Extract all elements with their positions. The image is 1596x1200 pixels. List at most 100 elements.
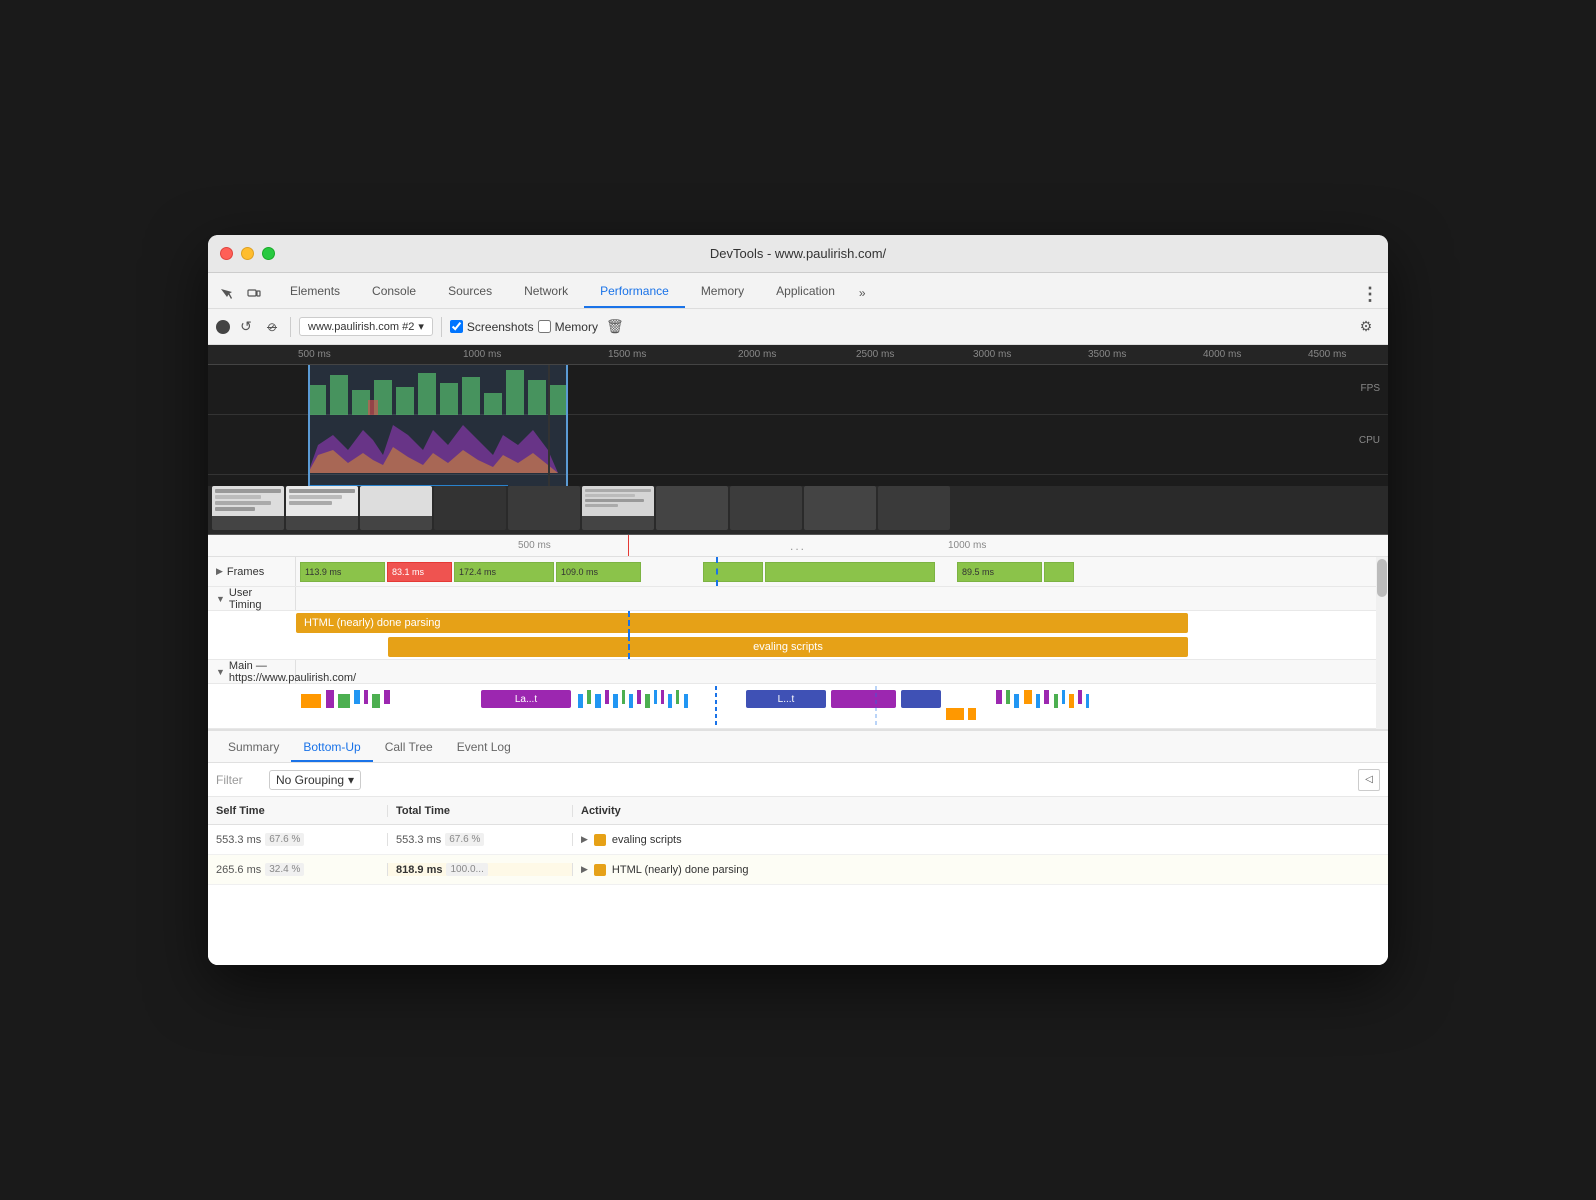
tab-bottom-up[interactable]: Bottom-Up xyxy=(291,734,372,762)
memory-checkbox[interactable] xyxy=(538,320,551,333)
user-timing-expand-arrow[interactable]: ▼ xyxy=(216,594,225,604)
device-mode-icon[interactable] xyxy=(240,280,268,308)
ruler-4500ms-dark: 4500 ms xyxy=(1308,349,1346,360)
collapse-panel-button[interactable]: ◁ xyxy=(1358,769,1380,791)
frame-time: 109.0 ms xyxy=(561,567,598,577)
total-pct-2: 100.0... xyxy=(446,863,487,876)
maximize-button[interactable] xyxy=(262,247,275,260)
tab-memory[interactable]: Memory xyxy=(685,276,760,308)
total-time-value-1: 553.3 ms xyxy=(396,834,441,846)
screenshot-thumb[interactable] xyxy=(434,486,506,530)
cell-activity-1: ▶ evaling scripts xyxy=(573,834,1388,846)
timeline-main: ▶ Frames 113.9 ms 83.1 ms 172.4 ms 109.0… xyxy=(208,557,1388,729)
frames-track: 113.9 ms 83.1 ms 172.4 ms 109.0 ms 89.5 … xyxy=(296,557,1388,586)
main-expand-arrow[interactable]: ▼ xyxy=(216,667,225,677)
toolbar-divider-2 xyxy=(441,317,442,337)
screenshot-thumb[interactable] xyxy=(878,486,950,530)
col-header-activity: Activity xyxy=(573,805,1388,817)
screenshots-checkbox[interactable] xyxy=(450,320,463,333)
screenshot-thumb[interactable] xyxy=(804,486,876,530)
timeline-ruler-light: 500 ms 1000 ms ... xyxy=(208,535,1388,557)
activity-icon-2 xyxy=(594,864,606,876)
bottom-panel: Summary Bottom-Up Call Tree Event Log Fi… xyxy=(208,729,1388,965)
clear-button[interactable]: ⊘ xyxy=(262,317,282,337)
minimize-button[interactable] xyxy=(241,247,254,260)
tab-console[interactable]: Console xyxy=(356,276,432,308)
screenshots-label: Screenshots xyxy=(467,320,534,334)
screenshots-checkbox-label[interactable]: Screenshots xyxy=(450,320,534,334)
user-timing-label: User Timing xyxy=(229,587,287,611)
memory-checkbox-label[interactable]: Memory xyxy=(538,320,598,334)
cell-activity-2: ▶ HTML (nearly) done parsing xyxy=(573,864,1388,876)
html-parsing-bar[interactable]: HTML (nearly) done parsing xyxy=(296,613,1188,633)
grouping-dropdown-arrow: ▾ xyxy=(348,773,354,787)
frame-time: 89.5 ms xyxy=(962,567,994,577)
red-cursor-line xyxy=(628,535,629,556)
frame-block[interactable] xyxy=(765,562,935,582)
ruler-1000ms-light: 1000 ms xyxy=(948,540,986,551)
frame-block[interactable] xyxy=(1044,562,1074,582)
tab-network[interactable]: Network xyxy=(508,276,584,308)
tab-event-log[interactable]: Event Log xyxy=(445,734,523,762)
settings-button[interactable]: ⚙ xyxy=(1352,313,1380,341)
main-label-area: ▼ Main — https://www.paulirish.com/ xyxy=(208,660,296,683)
frame-time: 83.1 ms xyxy=(392,567,424,577)
close-button[interactable] xyxy=(220,247,233,260)
evaling-scripts-row: evaling scripts xyxy=(208,635,1388,659)
screenshot-thumb[interactable] xyxy=(508,486,580,530)
grouping-selector[interactable]: No Grouping ▾ xyxy=(269,770,361,790)
trash-button[interactable]: 🗑 xyxy=(606,318,624,335)
table-row[interactable]: 553.3 ms 67.6 % 553.3 ms 67.6 % ▶ evalin… xyxy=(208,825,1388,855)
tab-sources[interactable]: Sources xyxy=(432,276,508,308)
html-parsing-label: HTML (nearly) done parsing xyxy=(304,617,441,629)
col-header-self-time: Self Time xyxy=(208,805,388,817)
more-options-button[interactable]: ⋮ xyxy=(1356,280,1384,308)
reload-button[interactable]: ↺ xyxy=(234,315,258,339)
ruler-1500ms-dark: 1500 ms xyxy=(608,349,646,360)
tab-elements[interactable]: Elements xyxy=(274,276,356,308)
scrollbar-track[interactable] xyxy=(1376,557,1388,729)
frame-block[interactable]: 172.4 ms xyxy=(454,562,554,582)
table-header: Self Time Total Time Activity xyxy=(208,797,1388,825)
screenshot-thumb[interactable] xyxy=(286,486,358,530)
frames-expand-arrow[interactable]: ▶ xyxy=(216,566,223,577)
frame-block[interactable]: 109.0 ms xyxy=(556,562,641,582)
screenshot-thumb[interactable] xyxy=(212,486,284,530)
tab-summary[interactable]: Summary xyxy=(216,734,291,762)
frame-block[interactable]: 113.9 ms xyxy=(300,562,385,582)
screenshot-thumb[interactable] xyxy=(582,486,654,530)
total-time-value-2: 818.9 ms xyxy=(396,864,442,876)
expand-row-1[interactable]: ▶ xyxy=(581,834,588,845)
record-button[interactable] xyxy=(216,320,230,334)
frame-time: 172.4 ms xyxy=(459,567,496,577)
tab-performance[interactable]: Performance xyxy=(584,276,685,308)
tabs-overflow[interactable]: » xyxy=(851,278,874,308)
expand-row-2[interactable]: ▶ xyxy=(581,864,588,875)
evaling-scripts-bar[interactable]: evaling scripts xyxy=(388,637,1188,657)
ruler-500ms-dark: 500 ms xyxy=(298,349,331,360)
tab-call-tree[interactable]: Call Tree xyxy=(373,734,445,762)
screenshot-thumb[interactable] xyxy=(730,486,802,530)
user-timing-header: ▼ User Timing xyxy=(208,587,1388,611)
fps-chart xyxy=(208,365,1388,415)
tab-application[interactable]: Application xyxy=(760,276,851,308)
select-element-icon[interactable] xyxy=(212,280,240,308)
col-header-total-time: Total Time xyxy=(388,805,573,817)
screenshot-thumb[interactable] xyxy=(656,486,728,530)
scrollbar-thumb[interactable] xyxy=(1377,559,1387,597)
toolbar-divider-1 xyxy=(290,317,291,337)
evaling-scripts-label: evaling scripts xyxy=(753,641,823,653)
devtools-tabs: Elements Console Sources Network Perform… xyxy=(208,273,1388,309)
self-pct-1: 67.6 % xyxy=(265,833,304,846)
session-selector[interactable]: www.paulirish.com #2 ▾ xyxy=(299,317,433,336)
filter-label: Filter xyxy=(216,773,261,787)
user-timing-section: ▼ User Timing HTML (nearly) done parsing… xyxy=(208,587,1388,660)
frame-block-highlighted[interactable]: 83.1 ms xyxy=(387,562,452,582)
screenshot-thumb[interactable] xyxy=(360,486,432,530)
activity-label-1: evaling scripts xyxy=(612,834,682,846)
main-label: Main — https://www.paulirish.com/ xyxy=(229,660,356,684)
frame-time: 113.9 ms xyxy=(305,567,341,577)
frame-block[interactable]: 89.5 ms xyxy=(957,562,1042,582)
table-row[interactable]: 265.6 ms 32.4 % 818.9 ms 100.0... ▶ HTML… xyxy=(208,855,1388,885)
frame-block[interactable] xyxy=(703,562,763,582)
